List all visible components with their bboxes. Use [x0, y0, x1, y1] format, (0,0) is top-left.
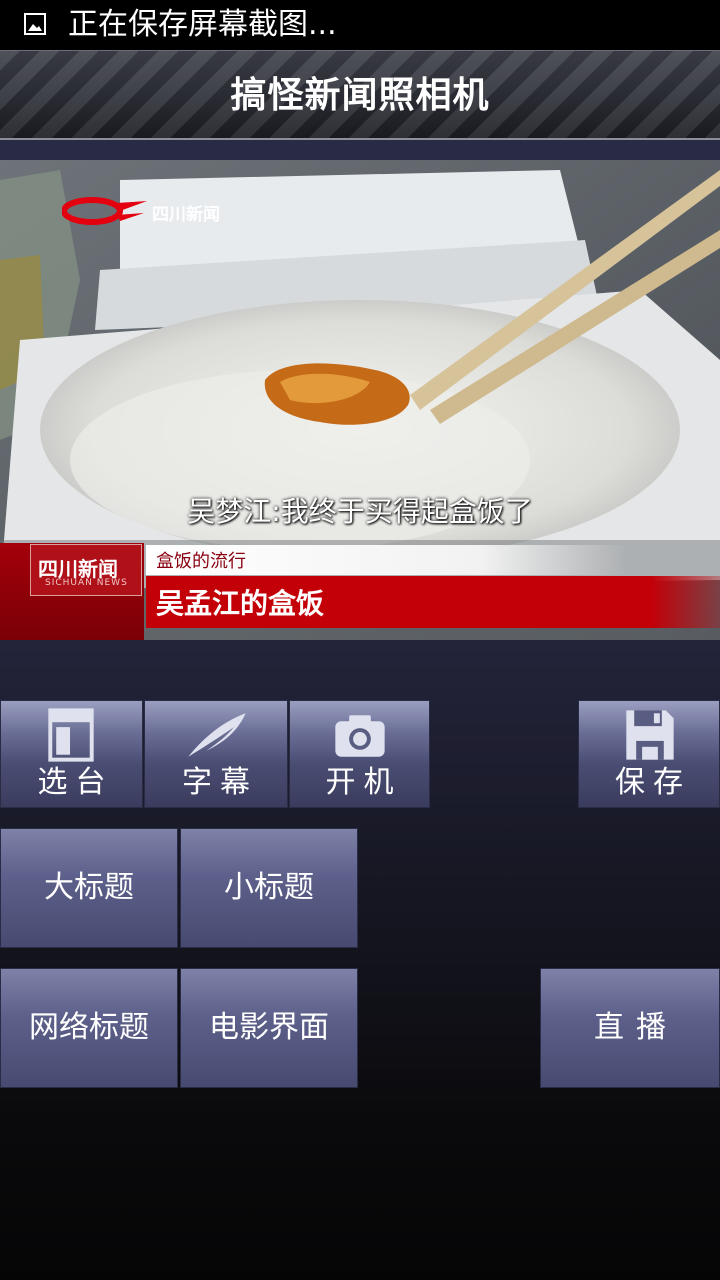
camera-button[interactable]: 开机 [289, 700, 430, 808]
big-title-label: 大标题 [44, 870, 134, 905]
status-bar: 正在保存屏幕截图... [0, 0, 720, 50]
movie-ui-label: 电影界面 [209, 1010, 329, 1045]
floppy-disk-icon [626, 710, 674, 760]
live-button[interactable]: 直播 [540, 968, 720, 1088]
big-title-button[interactable]: 大标题 [0, 828, 178, 948]
camera-icon [335, 715, 385, 757]
title-bar: 搞怪新闻照相机 [0, 50, 720, 140]
caption-button[interactable]: 字幕 [144, 700, 288, 808]
station-logo-text: 四川新闻 [152, 205, 220, 225]
channel-label: 选台 [37, 765, 114, 800]
feather-icon [188, 713, 246, 757]
movie-ui-button[interactable]: 电影界面 [180, 968, 358, 1088]
live-label: 直播 [594, 1010, 678, 1045]
caption-label: 字幕 [182, 765, 258, 800]
image-icon [24, 13, 46, 35]
save-button[interactable]: 保存 [578, 700, 720, 808]
small-title-label: 小标题 [224, 870, 314, 905]
big-title-text: 吴孟江的盒饭 [156, 587, 325, 620]
small-title-text: 盒饭的流行 [156, 551, 246, 572]
camera-label: 开机 [325, 765, 402, 800]
status-notification: 正在保存屏幕截图... [68, 7, 337, 42]
small-title-button[interactable]: 小标题 [180, 828, 358, 948]
save-label: 保存 [615, 765, 691, 800]
app-title: 搞怪新闻照相机 [230, 75, 490, 116]
web-title-label: 网络标题 [29, 1010, 149, 1045]
photo-subtitle: 吴梦江:我终于买得起盒饭了 [187, 495, 533, 528]
channel-button[interactable]: 选台 [0, 700, 143, 808]
lower-third-logo-en: SICHUAN NEWS [45, 578, 128, 588]
station-logo-icon [62, 197, 147, 225]
channel-layout-icon [48, 708, 94, 762]
web-title-button[interactable]: 网络标题 [0, 968, 178, 1088]
